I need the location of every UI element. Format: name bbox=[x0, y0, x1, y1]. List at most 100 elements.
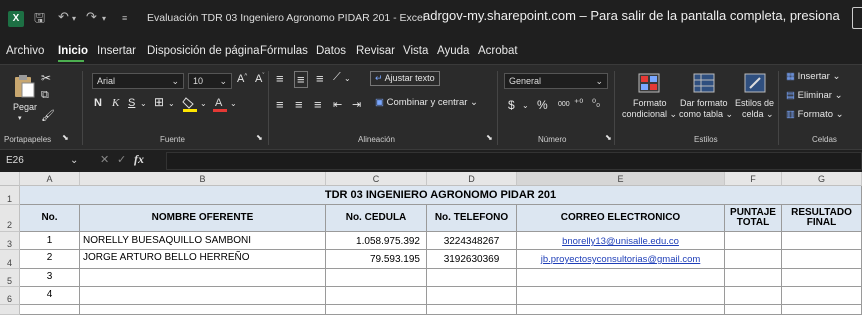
cell-puntaje[interactable] bbox=[725, 305, 782, 315]
cell-resultado[interactable] bbox=[782, 305, 862, 315]
cell-correo[interactable] bbox=[517, 305, 725, 315]
font-launcher-icon[interactable]: ⬊ bbox=[256, 133, 263, 142]
cell-telefono[interactable] bbox=[427, 305, 517, 315]
copy-icon[interactable]: ⧉ bbox=[41, 89, 49, 102]
cell-telefono[interactable] bbox=[427, 269, 517, 287]
conditional-format-label[interactable]: Formato bbox=[633, 98, 667, 108]
underline-dropdown-icon[interactable]: ⌄ bbox=[140, 99, 147, 108]
row-header-4[interactable]: 4 bbox=[0, 250, 20, 269]
cell-telefono[interactable] bbox=[427, 287, 517, 305]
header-resultado[interactable]: RESULTADO FINAL bbox=[782, 205, 862, 232]
cell-styles-icon[interactable] bbox=[744, 73, 766, 93]
enter-icon[interactable]: ✓ bbox=[117, 153, 126, 166]
borders-dropdown-icon[interactable]: ⌄ bbox=[168, 99, 175, 108]
font-color-icon[interactable]: A bbox=[212, 95, 228, 113]
cell-correo-link[interactable]: jb.proyectosyconsultorias@gmail.com bbox=[517, 250, 725, 269]
cell-no[interactable]: 1 bbox=[20, 232, 80, 250]
increase-indent-icon[interactable]: ⇥ bbox=[352, 98, 361, 111]
cell-correo-link[interactable]: bnorelly13@unisalle.edu.co bbox=[517, 232, 725, 250]
cancel-icon[interactable]: ✕ bbox=[100, 153, 109, 166]
conditional-format-icon[interactable] bbox=[638, 73, 660, 93]
column-header-c[interactable]: C bbox=[326, 172, 427, 186]
cell-puntaje[interactable] bbox=[725, 232, 782, 250]
cell-no[interactable]: 4 bbox=[20, 287, 80, 305]
column-header-g[interactable]: G bbox=[782, 172, 862, 186]
format-cells-button[interactable]: ▥ Formato ⌄ bbox=[786, 109, 844, 120]
cell-nombre[interactable]: JORGE ARTURO BELLO HERREÑO bbox=[80, 250, 326, 269]
cell-styles-label-2[interactable]: celda ⌄ bbox=[742, 109, 774, 120]
save-icon[interactable]: 🖫 bbox=[34, 9, 45, 31]
header-telefono[interactable]: No. TELEFONO bbox=[427, 205, 517, 232]
cell-resultado[interactable] bbox=[782, 269, 862, 287]
row-header-1[interactable]: 1 bbox=[0, 186, 20, 205]
alignment-launcher-icon[interactable]: ⬊ bbox=[486, 133, 493, 142]
cell-no[interactable]: 2 bbox=[20, 250, 80, 269]
tab-archivo[interactable]: Archivo bbox=[6, 45, 44, 57]
align-left-icon[interactable]: ≡ bbox=[276, 97, 284, 112]
font-size-box[interactable]: 10 ⌄ bbox=[188, 73, 232, 89]
tab-acrobat[interactable]: Acrobat bbox=[478, 45, 518, 57]
cell-correo[interactable] bbox=[517, 287, 725, 305]
borders-icon[interactable]: ⊞ bbox=[154, 95, 164, 109]
header-no[interactable]: No. bbox=[20, 205, 80, 232]
percent-button[interactable]: % bbox=[537, 98, 548, 112]
cell-resultado[interactable] bbox=[782, 232, 862, 250]
align-bottom-icon[interactable]: ≡ bbox=[316, 71, 324, 86]
bold-button[interactable]: N bbox=[94, 97, 102, 109]
header-nombre[interactable]: NOMBRE OFERENTE bbox=[80, 205, 326, 232]
formula-input[interactable] bbox=[166, 152, 862, 170]
format-as-table-icon[interactable] bbox=[693, 73, 715, 93]
fill-dropdown-icon[interactable]: ⌄ bbox=[200, 99, 207, 108]
orientation-icon[interactable]: ⟋ bbox=[333, 71, 341, 84]
customize-qat-icon[interactable]: ≡ bbox=[122, 13, 127, 23]
row-header-5[interactable]: 5 bbox=[0, 269, 20, 287]
cell-cedula[interactable]: 1.058.975.392 bbox=[326, 232, 427, 250]
cell-puntaje[interactable] bbox=[725, 250, 782, 269]
cell-nombre[interactable] bbox=[80, 287, 326, 305]
tab-vista[interactable]: Vista bbox=[403, 45, 428, 57]
column-header-e[interactable]: E bbox=[517, 172, 725, 186]
delete-cells-button[interactable]: ▤ Eliminar ⌄ bbox=[786, 90, 843, 101]
insert-cells-button[interactable]: ▦ Insertar ⌄ bbox=[786, 71, 840, 82]
merge-center-button[interactable]: ▣ Combinar y centrar ⌄ bbox=[375, 97, 478, 108]
redo-icon[interactable]: ↷ bbox=[86, 9, 97, 25]
column-header-b[interactable]: B bbox=[80, 172, 326, 186]
cell-cedula[interactable] bbox=[326, 305, 427, 315]
redo-dropdown-icon[interactable]: ▾ bbox=[102, 14, 106, 23]
align-center-icon[interactable]: ≡ bbox=[295, 97, 303, 112]
increase-font-icon[interactable]: A^ bbox=[237, 73, 247, 85]
font-color-dropdown-icon[interactable]: ⌄ bbox=[230, 99, 237, 108]
sheet-title-cell[interactable]: TDR 03 INGENIERO AGRONOMO PIDAR 201 bbox=[20, 186, 862, 205]
cell-correo[interactable] bbox=[517, 269, 725, 287]
decrease-indent-icon[interactable]: ⇤ bbox=[333, 98, 342, 111]
tab-datos[interactable]: Datos bbox=[316, 45, 346, 57]
format-as-table-label-2[interactable]: como tabla ⌄ bbox=[679, 109, 733, 120]
column-header-d[interactable]: D bbox=[427, 172, 517, 186]
number-launcher-icon[interactable]: ⬊ bbox=[605, 133, 612, 142]
number-format-box[interactable]: General ⌄ bbox=[504, 73, 608, 89]
fill-color-icon[interactable] bbox=[182, 95, 198, 113]
tab-insertar[interactable]: Insertar bbox=[97, 45, 136, 57]
select-all-corner[interactable] bbox=[0, 172, 20, 186]
cell-cedula[interactable] bbox=[326, 269, 427, 287]
header-correo[interactable]: CORREO ELECTRONICO bbox=[517, 205, 725, 232]
cell-nombre[interactable]: NORELLY BUESAQUILLO SAMBONI bbox=[80, 232, 326, 250]
row-header-7[interactable] bbox=[0, 305, 20, 315]
decrease-font-icon[interactable]: Aˇ bbox=[255, 73, 264, 85]
row-header-2[interactable]: 2 bbox=[0, 205, 20, 232]
currency-button[interactable]: $ bbox=[508, 98, 515, 112]
header-puntaje[interactable]: PUNTAJE TOTAL bbox=[725, 205, 782, 232]
tab-revisar[interactable]: Revisar bbox=[356, 45, 395, 57]
decrease-decimal-icon[interactable]: ⁰₀ bbox=[592, 98, 600, 109]
tab-disposicion[interactable]: Disposición de página bbox=[147, 45, 260, 57]
increase-decimal-icon[interactable]: ⁺⁰ bbox=[574, 98, 583, 109]
undo-dropdown-icon[interactable]: ▾ bbox=[72, 14, 76, 23]
cell-telefono[interactable]: 3192630369 bbox=[427, 250, 517, 269]
paste-label[interactable]: Pegar bbox=[13, 102, 37, 112]
format-painter-icon[interactable]: 🖌 bbox=[41, 109, 55, 122]
cell-resultado[interactable] bbox=[782, 287, 862, 305]
paste-icon[interactable] bbox=[12, 73, 36, 99]
cell-styles-label[interactable]: Estilos de bbox=[735, 98, 774, 108]
cell-no[interactable] bbox=[20, 305, 80, 315]
align-middle-icon[interactable]: ≡ bbox=[294, 71, 308, 88]
